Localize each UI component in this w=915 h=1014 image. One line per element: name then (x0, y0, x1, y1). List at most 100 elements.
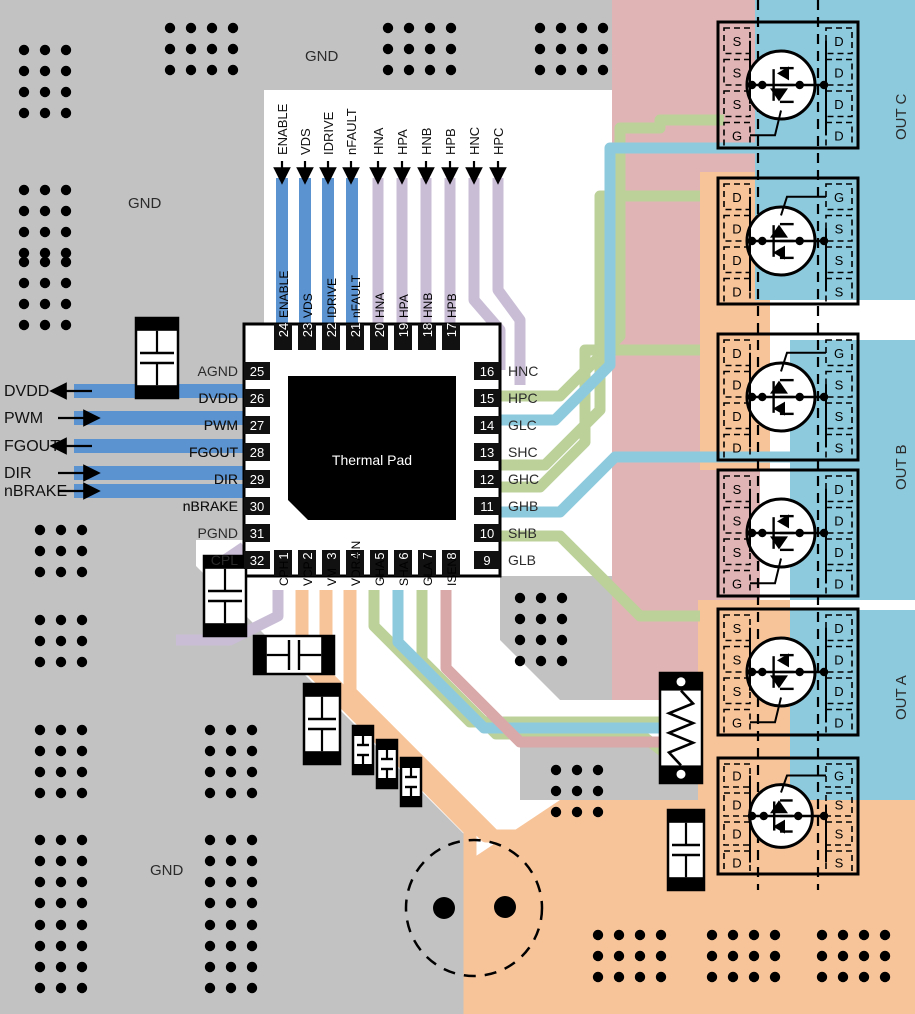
ic-pin-name: SHA (397, 561, 411, 586)
mosfet-pad-S: S (835, 284, 844, 299)
via-array (34, 614, 88, 668)
mosfet-pad-S: S (733, 652, 742, 667)
thermal-pad-label: Thermal Pad (332, 452, 412, 468)
plane-label: GND (128, 195, 162, 212)
ic-pin-name: VM (325, 568, 339, 586)
ic-pin-number: 15 (480, 391, 494, 406)
ic-pin-number: 18 (420, 323, 435, 337)
ic-pin-number: 1 (276, 552, 291, 559)
mosfet-pad-S: S (835, 221, 844, 236)
ic-pin-number: 2 (300, 552, 315, 559)
top-signal-label: ENABLE (275, 103, 290, 155)
ic-pin-name: GLA (421, 562, 435, 586)
ic-pin-number: 26 (250, 391, 264, 406)
thermal-pad (288, 376, 456, 520)
ic-pin-name: GLB (508, 552, 536, 568)
mosfet-pad-D: D (732, 284, 741, 299)
ic-pin-name: VCP (301, 561, 315, 586)
plane-label: GND (150, 862, 184, 879)
ic-pin-number: 14 (480, 418, 494, 433)
left-signal-label: FGOUT (4, 438, 60, 455)
ic-pin-name: CPL (211, 552, 238, 568)
left-signal-label: PWM (4, 410, 43, 427)
left-signal-label: nBRAKE (4, 483, 67, 500)
ic-pin-name: GHC (508, 471, 539, 487)
mosfet-pad-S: S (835, 827, 844, 842)
ic-pin-number: 24 (276, 323, 291, 337)
pcb-canvas: SSSGDDDDDDDDGSSSDDDDGSSSSSSGDDDDSSSGDDDD… (0, 0, 915, 1014)
mosfet-pad-S: S (733, 684, 742, 699)
ic-pin-name: AGND (198, 363, 238, 379)
ic-pin-name: HPB (445, 293, 459, 318)
output-phase-label: OUT C (893, 93, 910, 140)
ic-pin-name: GLC (508, 417, 537, 433)
ic-pin-number: 11 (480, 499, 494, 514)
mosfet-pad-D: D (732, 190, 741, 205)
mosfet-pad-G: G (834, 346, 844, 361)
ic-pin-name: HNB (421, 293, 435, 318)
mosfet-pad-S: S (733, 34, 742, 49)
trace-net-label: nBRAKE (183, 498, 238, 514)
trace-net-label: FGOUT (189, 444, 238, 460)
ic-pin-number: 10 (480, 526, 494, 541)
mosfet-pad-G: G (834, 190, 844, 205)
ic-pin-number: 23 (300, 323, 315, 337)
component-cap-vm-1 (351, 724, 375, 776)
ic-pin-number: 27 (250, 418, 264, 433)
component-cap-vm-bulk (302, 682, 342, 766)
top-signal-label: HNC (467, 127, 482, 155)
top-signal-label: nFAULT (344, 108, 359, 155)
mosfet-pad-G: G (732, 715, 742, 730)
mosfet-pad-D: D (834, 715, 843, 730)
mosfet-pad-D: D (834, 482, 843, 497)
component-cap-vcp (252, 634, 336, 676)
mosfet-pad-S: S (733, 97, 742, 112)
trace-net-label: PWM (204, 417, 238, 433)
mosfet-pad-D: D (732, 377, 741, 392)
ic-pin-name: ISEN (445, 558, 459, 586)
ic-pin-number: 28 (250, 445, 264, 460)
left-signal-label: DVDD (4, 383, 49, 400)
ic-pin-number: 20 (372, 323, 387, 337)
output-phase-label: OUT A (893, 675, 910, 720)
component-cap-vm-2 (375, 738, 399, 790)
mosfet-pad-D: D (834, 652, 843, 667)
ic-pin-name: nFAULT (349, 274, 363, 318)
ic-pin-name: PGND (198, 525, 238, 541)
mosfet-pad-S: S (835, 798, 844, 813)
mosfet-pad-S: S (733, 513, 742, 528)
ic-pin-number: 32 (250, 553, 264, 568)
mosfet-pad-D: D (834, 65, 843, 80)
mosfet-pad-S: S (733, 545, 742, 560)
mosfet-pad-S: S (835, 377, 844, 392)
mosfet-pad-G: G (732, 576, 742, 591)
component-cap-vm-3 (399, 756, 423, 808)
mosfet-pad-D: D (732, 440, 741, 455)
ic-pin-number: 17 (444, 323, 459, 337)
ic-pin-name: HPA (397, 294, 411, 318)
ic-pin-name: SHB (508, 525, 537, 541)
plane-label: GND (305, 48, 339, 65)
top-signal-label: HNA (371, 127, 386, 155)
ic-pin-name: ENABLE (277, 271, 291, 318)
left-signal-label: DIR (4, 465, 32, 482)
mosfet-pad-D: D (732, 856, 741, 871)
mosfet-pad-S: S (733, 482, 742, 497)
mosfet-pad-D: D (834, 97, 843, 112)
mosfet-pad-D: D (834, 621, 843, 636)
top-signal-label: HPC (491, 128, 506, 155)
ic-pin-name: HNA (373, 293, 387, 318)
ic-pin-number: 25 (250, 364, 264, 379)
via-array (34, 524, 88, 578)
ic-pin-number: 5 (372, 552, 387, 559)
ic-pin-name: SHC (508, 444, 538, 460)
mosfet-pad-D: D (834, 34, 843, 49)
mosfet-pad-S: S (835, 440, 844, 455)
mosfet-pad-D: D (732, 827, 741, 842)
mosfet-pad-S: S (835, 856, 844, 871)
ic-pin-name: HPC (508, 390, 538, 406)
mosfet-pad-G: G (732, 128, 742, 143)
component-cap-out (666, 808, 706, 892)
mosfet-pad-S: S (835, 253, 844, 268)
mosfet-pad-G: G (834, 769, 844, 784)
